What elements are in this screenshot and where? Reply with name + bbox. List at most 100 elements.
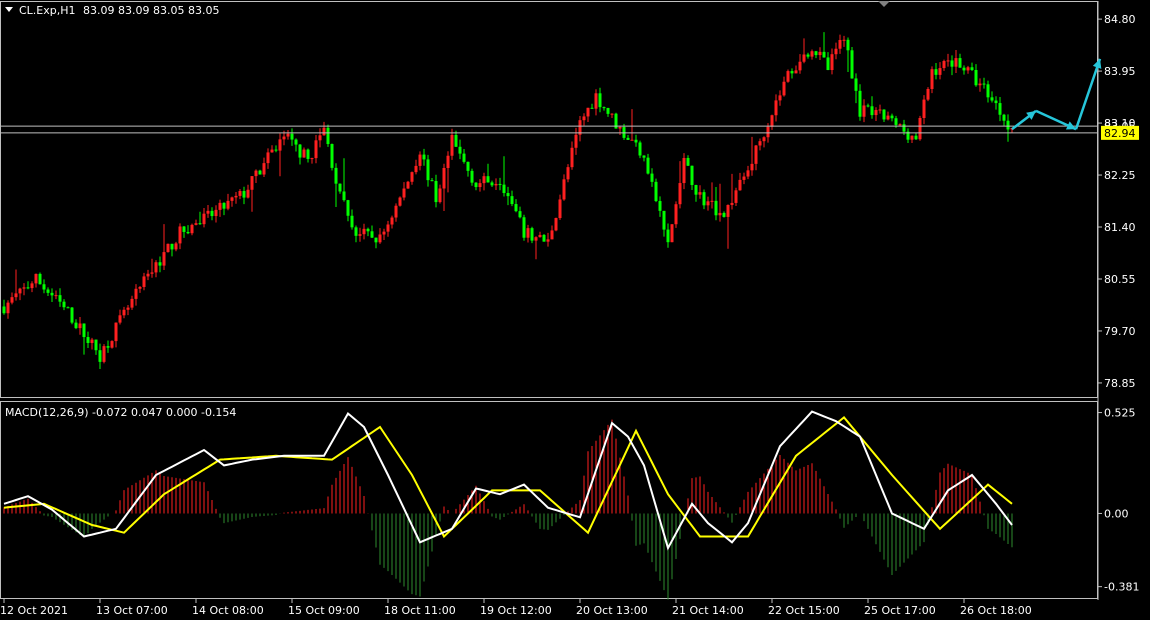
candle-body bbox=[514, 204, 518, 212]
candle bbox=[238, 189, 242, 200]
candle-body bbox=[114, 322, 118, 342]
candle bbox=[946, 53, 950, 67]
candle-body bbox=[610, 113, 614, 115]
candle-body bbox=[838, 40, 842, 49]
candle bbox=[430, 178, 434, 182]
scroll-marker-icon[interactable] bbox=[878, 1, 890, 7]
candle bbox=[358, 227, 362, 242]
candle-body bbox=[162, 252, 166, 266]
trading-chart[interactable]: CL.Exp,H1 83.09 83.09 83.05 83.05 MACD(1… bbox=[0, 0, 1150, 620]
candle bbox=[134, 284, 138, 306]
time-tick-label: 26 Oct 18:00 bbox=[960, 604, 1032, 617]
candle-body bbox=[430, 180, 434, 182]
candle-body bbox=[654, 181, 658, 202]
candle bbox=[538, 231, 542, 238]
price-tick-label: 83.95 bbox=[1104, 65, 1136, 78]
candle bbox=[118, 309, 122, 325]
price-tick-label: 78.85 bbox=[1104, 377, 1136, 390]
candle-body bbox=[922, 99, 926, 118]
candle bbox=[982, 77, 986, 89]
candle-body bbox=[342, 191, 346, 201]
candle-body bbox=[618, 126, 622, 129]
candle-body bbox=[946, 60, 950, 62]
candle bbox=[214, 205, 218, 223]
candle bbox=[642, 155, 646, 162]
candle bbox=[690, 165, 694, 190]
candle bbox=[362, 223, 366, 240]
candle bbox=[58, 288, 62, 307]
candle bbox=[198, 211, 202, 225]
candle bbox=[142, 272, 146, 291]
candle-body bbox=[126, 307, 130, 310]
candle-body bbox=[214, 209, 218, 217]
candle bbox=[482, 172, 486, 191]
candle-body bbox=[738, 179, 742, 191]
time-axis: 12 Oct 2021 13 Oct 07:00 14 Oct 08:00 15 Oc… bbox=[0, 598, 1032, 617]
projection-arrows[interactable] bbox=[1011, 58, 1102, 131]
candle bbox=[130, 295, 134, 310]
candle bbox=[610, 113, 614, 119]
candle bbox=[366, 227, 370, 237]
candle bbox=[414, 159, 418, 175]
candle bbox=[638, 140, 642, 159]
candle bbox=[390, 215, 394, 229]
candle-body bbox=[502, 184, 506, 194]
candle bbox=[606, 107, 610, 117]
time-tick-label: 15 Oct 09:00 bbox=[288, 604, 360, 617]
candle-body bbox=[978, 83, 982, 86]
candle-body bbox=[90, 339, 94, 343]
candle bbox=[818, 47, 822, 61]
candle bbox=[1002, 113, 1006, 126]
candle-body bbox=[382, 231, 386, 235]
candle bbox=[958, 53, 962, 68]
candle-body bbox=[506, 193, 510, 197]
candle-body bbox=[70, 307, 74, 323]
candle bbox=[494, 178, 498, 190]
candle bbox=[970, 62, 974, 72]
candle-body bbox=[710, 200, 714, 202]
candle bbox=[578, 116, 582, 142]
price-tick-label: 84.80 bbox=[1104, 13, 1136, 26]
candle bbox=[182, 226, 186, 238]
candle-body bbox=[118, 315, 122, 323]
candle-body bbox=[42, 284, 46, 290]
candle bbox=[66, 306, 70, 309]
candle-body bbox=[490, 182, 494, 186]
candle bbox=[266, 148, 270, 169]
candle bbox=[102, 344, 106, 364]
candle bbox=[910, 135, 914, 143]
candle-body bbox=[294, 139, 298, 145]
candle bbox=[330, 143, 334, 171]
candle-body bbox=[266, 152, 270, 164]
candle bbox=[834, 42, 838, 60]
arrow-shaft bbox=[1074, 58, 1102, 130]
candle bbox=[762, 136, 766, 148]
time-tick-label: 12 Oct 2021 bbox=[0, 604, 68, 617]
candle-body bbox=[774, 100, 778, 116]
candle-body bbox=[414, 165, 418, 173]
candle-body bbox=[318, 135, 322, 141]
candle bbox=[974, 64, 978, 87]
candle-body bbox=[770, 115, 774, 127]
time-tick-label: 14 Oct 08:00 bbox=[192, 604, 264, 617]
candle bbox=[318, 128, 322, 148]
candle-body bbox=[446, 155, 450, 168]
candle-body bbox=[62, 301, 66, 308]
candle-body bbox=[470, 170, 474, 183]
candle bbox=[226, 193, 230, 211]
symbol-dropdown-icon[interactable] bbox=[5, 7, 13, 12]
candle-body bbox=[894, 118, 898, 125]
candle bbox=[218, 199, 222, 217]
candle-body bbox=[706, 201, 710, 206]
candle bbox=[838, 34, 842, 54]
candle bbox=[830, 48, 834, 75]
candle bbox=[94, 339, 98, 355]
candle bbox=[678, 161, 682, 209]
horizontal-lines[interactable] bbox=[1, 125, 1098, 134]
candle bbox=[706, 196, 710, 211]
candle bbox=[434, 174, 438, 208]
candle-body bbox=[670, 224, 674, 243]
candle bbox=[522, 214, 526, 241]
candle-body bbox=[650, 173, 654, 182]
candle bbox=[30, 281, 34, 293]
